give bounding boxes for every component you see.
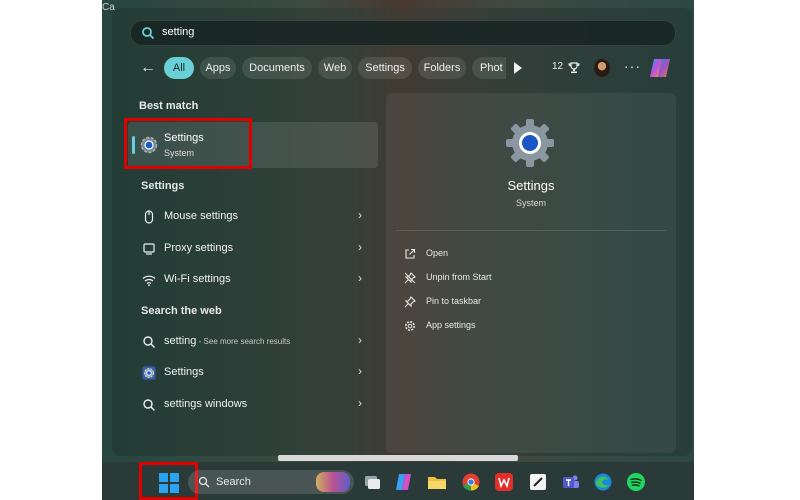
mouse-icon (144, 210, 154, 224)
tab-web[interactable]: Web (318, 57, 352, 79)
web-result-settings[interactable]: Settings › (134, 360, 374, 386)
details-pane: Settings System Open Unpin from Start Pi… (386, 93, 676, 453)
wifi-icon (142, 275, 156, 287)
action-app-settings[interactable]: App settings (404, 318, 604, 336)
search-query-text: setting (162, 26, 195, 38)
result-mouse-settings[interactable]: Mouse settings › (134, 204, 374, 230)
tab-photos[interactable]: Phot (472, 57, 506, 79)
teams-icon[interactable] (561, 472, 581, 492)
search-icon (198, 476, 210, 488)
best-match-heading: Best match (139, 100, 199, 112)
gear-icon (506, 119, 554, 167)
wps-office-icon[interactable] (494, 472, 514, 492)
resize-grip[interactable] (278, 455, 518, 461)
filter-bar: ← All Apps Documents Web Settings Folder… (136, 57, 682, 81)
tab-settings[interactable]: Settings (358, 57, 412, 79)
copilot-icon[interactable] (394, 472, 414, 492)
chevron-right-icon[interactable]: › (358, 396, 362, 410)
more-tabs-play-icon[interactable] (514, 62, 522, 74)
result-label: Mouse settings (164, 210, 238, 222)
edge-icon[interactable] (593, 472, 613, 492)
tab-all[interactable]: All (164, 57, 194, 79)
result-label: Wi-Fi settings (164, 273, 231, 285)
action-open[interactable]: Open (404, 246, 604, 264)
tab-folders[interactable]: Folders (418, 57, 466, 79)
user-avatar[interactable] (594, 59, 610, 77)
result-wifi-settings[interactable]: Wi-Fi settings › (134, 267, 374, 293)
taskbar-search-label: Search (216, 476, 251, 488)
action-label: Unpin from Start (426, 272, 492, 282)
action-label: Open (426, 248, 449, 258)
action-unpin-from-start[interactable]: Unpin from Start (404, 270, 604, 288)
web-result-settings-windows[interactable]: settings windows › (134, 392, 374, 418)
action-label: App settings (426, 320, 476, 330)
search-highlight-art[interactable] (316, 472, 350, 492)
rewards-points[interactable]: 12 (552, 61, 563, 72)
back-arrow-icon[interactable]: ← (140, 59, 156, 77)
action-pin-to-taskbar[interactable]: Pin to taskbar (404, 294, 604, 312)
search-input[interactable]: setting (130, 20, 676, 46)
web-result-setting[interactable]: setting - See more search results › (134, 329, 374, 355)
web-section-heading: Search the web (141, 305, 222, 317)
gear-icon (142, 366, 156, 380)
more-options-icon[interactable]: ··· (624, 58, 641, 74)
chevron-right-icon[interactable]: › (358, 208, 362, 222)
highlight-box-best-match (124, 118, 252, 169)
task-view-icon[interactable] (362, 472, 382, 492)
details-subtitle: System (515, 198, 546, 208)
proxy-icon (143, 243, 155, 255)
spotify-icon[interactable] (626, 472, 646, 492)
file-explorer-icon[interactable] (427, 472, 447, 492)
search-icon (143, 336, 155, 348)
search-icon (142, 27, 155, 40)
copilot-icon[interactable] (648, 57, 672, 79)
action-label: Pin to taskbar (426, 296, 482, 306)
pin-icon (404, 296, 416, 308)
divider (396, 230, 666, 231)
trophy-icon[interactable] (568, 62, 580, 74)
chevron-right-icon[interactable]: › (358, 271, 362, 285)
result-label: setting - See more search results (164, 335, 290, 347)
web-query-suffix: - See more search results (196, 337, 291, 346)
result-proxy-settings[interactable]: Proxy settings › (134, 236, 374, 262)
result-label: settings windows (164, 398, 248, 410)
taskbar-search-box[interactable]: Search (188, 470, 354, 494)
tab-apps[interactable]: Apps (200, 57, 236, 79)
chrome-icon[interactable] (461, 472, 481, 492)
open-icon (405, 248, 416, 259)
unpin-icon (404, 272, 416, 284)
details-title: Settings (507, 178, 555, 193)
gear-icon (405, 321, 415, 331)
settings-section-heading: Settings (141, 180, 185, 192)
tab-documents[interactable]: Documents (242, 57, 312, 79)
result-label: Settings (164, 366, 204, 378)
notes-icon[interactable] (528, 472, 548, 492)
chevron-right-icon[interactable]: › (358, 364, 362, 378)
chevron-right-icon[interactable]: › (358, 333, 362, 347)
search-icon (143, 399, 155, 411)
chevron-right-icon[interactable]: › (358, 240, 362, 254)
result-label: Proxy settings (164, 242, 234, 254)
web-query: setting (164, 335, 197, 347)
